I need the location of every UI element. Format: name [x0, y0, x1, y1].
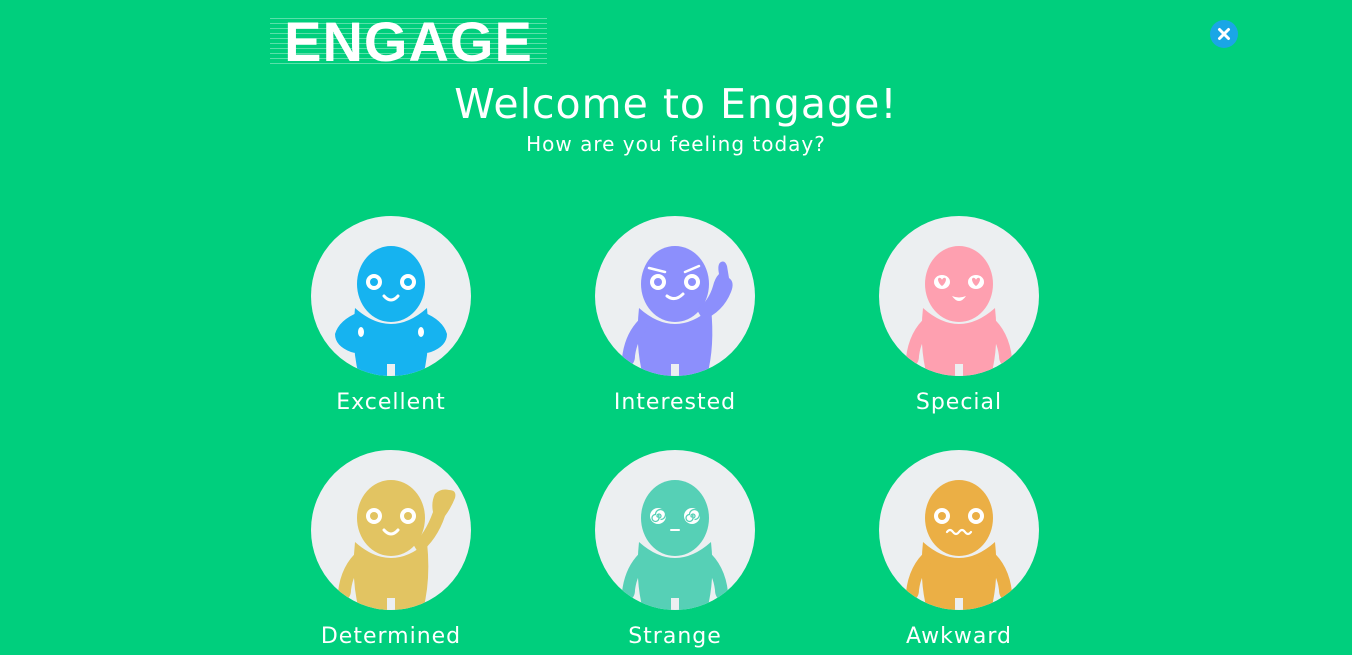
mood-avatar-circle: [311, 216, 471, 376]
mood-label-strange: Strange: [628, 624, 722, 649]
mood-avatar-circle: [311, 450, 471, 610]
mood-option-special[interactable]: Special: [859, 216, 1059, 426]
engage-logo: ENGAGE: [270, 12, 547, 72]
mood-avatar-circle: [595, 216, 755, 376]
logo-text: ENGAGE: [284, 10, 533, 73]
mood-avatar-circle: [879, 450, 1039, 610]
welcome-screen: ENGAGE Welcome to Engage! How are you fe…: [0, 0, 1352, 655]
mood-option-determined[interactable]: Determined: [291, 450, 491, 655]
mood-option-strange[interactable]: Strange: [575, 450, 775, 655]
mood-option-excellent[interactable]: Excellent: [291, 216, 491, 426]
mood-label-interested: Interested: [613, 390, 737, 415]
awkward-character-icon: [906, 480, 1012, 610]
special-character-icon: [906, 246, 1012, 376]
mood-avatar-circle: [595, 450, 755, 610]
strange-character-icon: [622, 480, 728, 610]
mood-option-awkward[interactable]: Awkward: [859, 450, 1059, 655]
mood-option-interested[interactable]: Interested: [575, 216, 775, 426]
mood-avatar-circle: [879, 216, 1039, 376]
interested-character-icon: [622, 246, 733, 376]
mood-label-awkward: Awkward: [906, 624, 1012, 649]
excellent-character-icon: [335, 246, 447, 376]
welcome-subtitle: How are you feeling today?: [526, 132, 826, 156]
mood-label-special: Special: [915, 390, 1003, 415]
mood-label-determined: Determined: [320, 624, 462, 649]
welcome-title: Welcome to Engage!: [454, 80, 898, 128]
close-button[interactable]: [1210, 20, 1238, 48]
determined-character-icon: [338, 480, 456, 610]
close-icon: [1218, 28, 1230, 40]
mood-label-excellent: Excellent: [336, 390, 446, 415]
